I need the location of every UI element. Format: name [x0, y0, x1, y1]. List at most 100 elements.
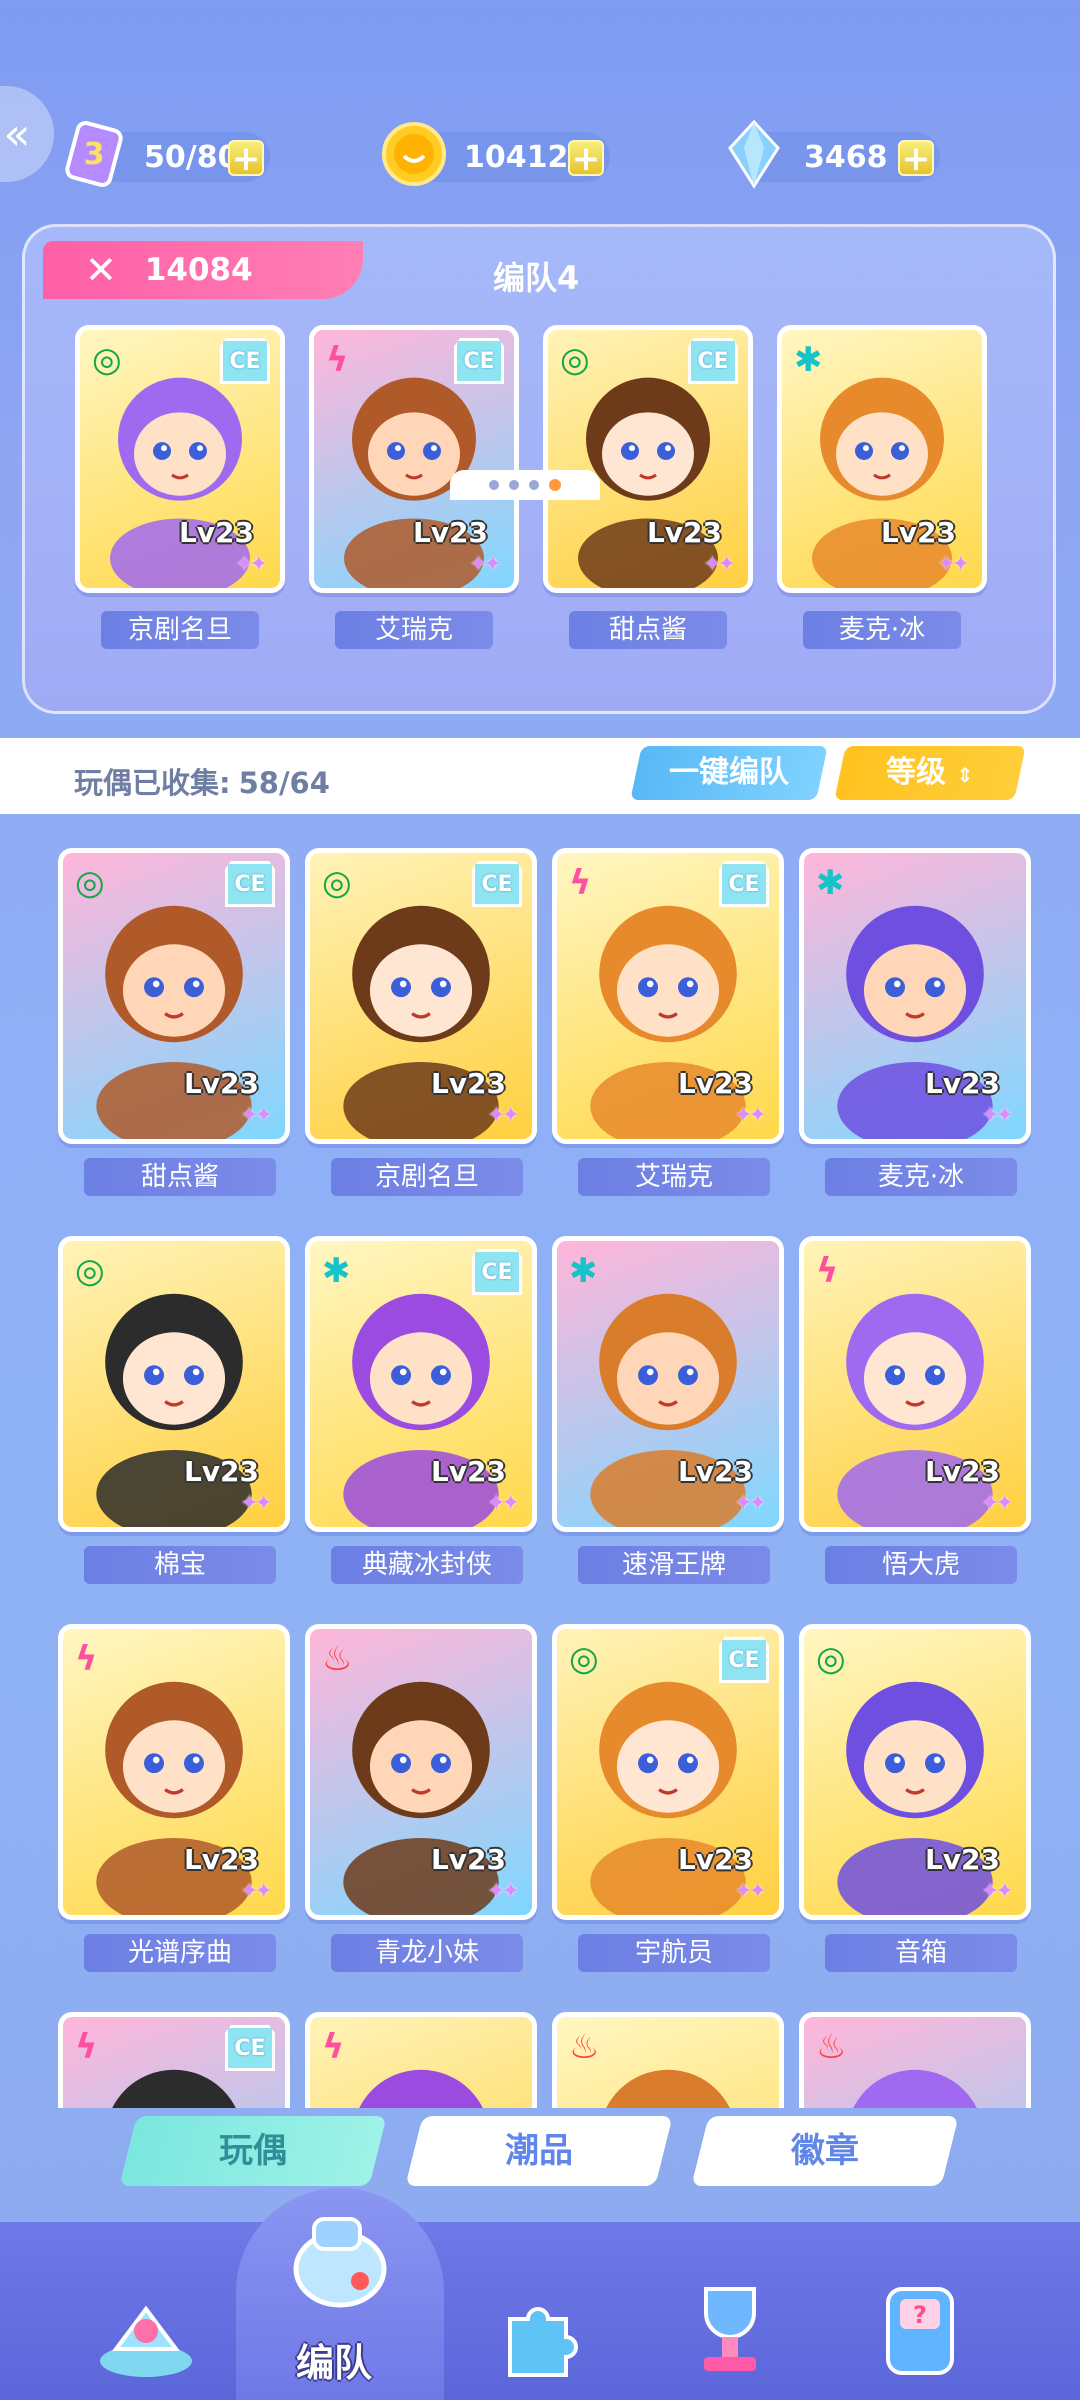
card-frame: ◎ CE Lv23 ✦✦: [552, 1624, 784, 1920]
star-rating-icon: ✦✦: [981, 1879, 1014, 1904]
tab-badges[interactable]: 徽章: [691, 2116, 959, 2186]
add-stamina-button[interactable]: +: [228, 140, 264, 176]
swirl-element-icon: ◎: [569, 1639, 599, 1679]
card-frame: ϟ: [305, 2012, 537, 2108]
sort-label: 等级: [886, 755, 947, 790]
team-power-value: 14084: [144, 252, 253, 288]
card-frame: ✱ CE Lv23 ✦✦: [305, 1236, 537, 1532]
doll-card-partial[interactable]: ϟ: [305, 2012, 537, 2108]
collection-status: 玩偶已收集: 58/64: [74, 760, 330, 802]
swirl-element-icon: ◎: [322, 863, 352, 903]
team-panel: ✕ 14084 编队4 ◎ CE Lv23 ✦✦ 京剧名旦 ϟ CE Lv23 ✦✦ 艾瑞克 ◎ CE…: [22, 224, 1056, 714]
card-frame: ϟ CE Lv23 ✦✦: [552, 848, 784, 1144]
doll-card[interactable]: ✱ Lv23 ✦✦ 麦克·冰: [777, 325, 987, 649]
stamina-ticket-icon: 3: [65, 121, 123, 187]
fire-element-icon: ♨: [322, 1639, 353, 1679]
doll-card[interactable]: ◎ CE Lv23 ✦✦ 甜点酱: [58, 848, 290, 1196]
add-coins-button[interactable]: +: [568, 140, 604, 176]
doll-card[interactable]: ϟ Lv23 ✦✦ 悟大虎: [799, 1236, 1031, 1584]
svg-text:3: 3: [84, 137, 105, 172]
swirl-element-icon: ◎: [75, 863, 105, 903]
doll-name-tag: 典藏冰封侠: [331, 1546, 523, 1584]
doll-name-tag: 甜点酱: [84, 1158, 276, 1196]
doll-level: Lv23: [183, 1843, 259, 1876]
page-dot-active[interactable]: [549, 479, 561, 491]
doll-card[interactable]: ✱ CE Lv23 ✦✦ 典藏冰封侠: [305, 1236, 537, 1584]
ce-badge-icon: CE: [719, 1637, 769, 1683]
team-whistle-icon: [293, 2217, 387, 2308]
page-dot[interactable]: [489, 480, 499, 490]
doll-level: Lv23: [677, 1067, 753, 1100]
auto-team-button[interactable]: 一键编队: [630, 746, 828, 800]
doll-name-tag: 速滑王牌: [578, 1546, 770, 1584]
doll-card[interactable]: ϟ CE Lv23 ✦✦ 艾瑞克: [552, 848, 784, 1196]
doll-card[interactable]: ϟ Lv23 ✦✦ 光谱序曲: [58, 1624, 290, 1972]
doll-card[interactable]: ◎ CE Lv23 ✦✦ 甜点酱: [543, 325, 753, 649]
card-frame: ♨: [799, 2012, 1031, 2108]
star-rating-icon: ✦✦: [703, 552, 736, 577]
chevron-double-left-icon: «: [3, 108, 31, 160]
page-dot[interactable]: [529, 480, 539, 490]
snow-element-icon: ✱: [816, 863, 845, 903]
star-rating-icon: ✦✦: [240, 1103, 273, 1128]
doll-card[interactable]: ✱ Lv23 ✦✦ 速滑王牌: [552, 1236, 784, 1584]
card-frame: ◎ CE Lv23 ✦✦: [543, 325, 753, 593]
doll-name-tag: 京剧名旦: [101, 611, 259, 649]
doll-level: Lv23: [924, 1843, 1000, 1876]
star-rating-icon: ✦✦: [734, 1103, 767, 1128]
nav-puzzle[interactable]: [450, 2240, 630, 2400]
doll-level: Lv23: [178, 516, 254, 549]
doll-card[interactable]: ◎ CE Lv23 ✦✦ 京剧名旦: [305, 848, 537, 1196]
nav-team[interactable]: [250, 2170, 430, 2348]
doll-grid[interactable]: ◎ CE Lv23 ✦✦ 甜点酱 ◎ CE Lv23 ✦✦ 京剧名旦 ϟ CE Lv23 ✦✦ 艾瑞克 ✱ Lv…: [58, 848, 1038, 2108]
auto-team-label: 一键编队: [669, 755, 789, 790]
card-frame: ◎ CE Lv23 ✦✦: [58, 848, 290, 1144]
nav-trophy[interactable]: [640, 2240, 820, 2400]
card-frame: ϟ CE: [58, 2012, 290, 2108]
doll-name-tag: 麦克·冰: [825, 1158, 1017, 1196]
card-frame: ✱ Lv23 ✦✦: [777, 325, 987, 593]
tab-trendy-label: 潮品: [505, 2131, 573, 2171]
add-gems-button[interactable]: +: [898, 140, 934, 176]
doll-card-partial[interactable]: ♨: [799, 2012, 1031, 2108]
ce-badge-icon: CE: [220, 338, 270, 384]
doll-card[interactable]: ϟ CE Lv23 ✦✦ 艾瑞克: [309, 325, 519, 649]
doll-card[interactable]: ◎ Lv23 ✦✦ 音箱: [799, 1624, 1031, 1972]
tab-trendy-items[interactable]: 潮品: [405, 2116, 673, 2186]
nav-gacha[interactable]: ?: [830, 2240, 1010, 2400]
star-rating-icon: ✦✦: [734, 1491, 767, 1516]
back-button[interactable]: «: [0, 86, 54, 182]
card-frame: ◎ Lv23 ✦✦: [58, 1236, 290, 1532]
team-name: 编队4: [493, 259, 580, 297]
doll-level: Lv23: [412, 516, 488, 549]
page-dot[interactable]: [509, 480, 519, 490]
doll-name-tag: 青龙小妹: [331, 1934, 523, 1972]
gem-counter: 3468 +: [728, 119, 940, 189]
nav-home[interactable]: [56, 2240, 236, 2400]
sort-by-level-button[interactable]: 等级 ⇕: [834, 746, 1026, 800]
doll-card[interactable]: ◎ CE Lv23 ✦✦ 宇航员: [552, 1624, 784, 1972]
team-slots: ◎ CE Lv23 ✦✦ 京剧名旦 ϟ CE Lv23 ✦✦ 艾瑞克 ◎ CE Lv23 ✦✦ 甜点酱 ✱ Lv…: [75, 325, 987, 649]
snow-element-icon: ✱: [322, 1251, 351, 1291]
doll-card-partial[interactable]: ϟ CE: [58, 2012, 290, 2108]
star-rating-icon: ✦✦: [981, 1103, 1014, 1128]
doll-level: Lv23: [677, 1843, 753, 1876]
team-power-badge: ✕ 14084: [43, 241, 363, 299]
bolt-element-icon: ϟ: [326, 340, 349, 380]
doll-name-tag: 光谱序曲: [84, 1934, 276, 1972]
doll-name-tag: 麦克·冰: [803, 611, 961, 649]
fire-element-icon: ♨: [816, 2027, 847, 2067]
doll-card[interactable]: ◎ CE Lv23 ✦✦ 京剧名旦: [75, 325, 285, 649]
doll-level: Lv23: [880, 516, 956, 549]
doll-name-tag: 艾瑞克: [578, 1158, 770, 1196]
doll-card-partial[interactable]: ♨: [552, 2012, 784, 2108]
doll-card[interactable]: ◎ Lv23 ✦✦ 棉宝: [58, 1236, 290, 1584]
doll-name-tag: 京剧名旦: [331, 1158, 523, 1196]
ce-badge-icon: CE: [472, 1249, 522, 1295]
doll-name-tag: 悟大虎: [825, 1546, 1017, 1584]
team-page-indicator[interactable]: [450, 470, 600, 500]
star-rating-icon: ✦✦: [235, 552, 268, 577]
doll-name-tag: 宇航员: [578, 1934, 770, 1972]
doll-card[interactable]: ✱ Lv23 ✦✦ 麦克·冰: [799, 848, 1031, 1196]
doll-card[interactable]: ♨ Lv23 ✦✦ 青龙小妹: [305, 1624, 537, 1972]
